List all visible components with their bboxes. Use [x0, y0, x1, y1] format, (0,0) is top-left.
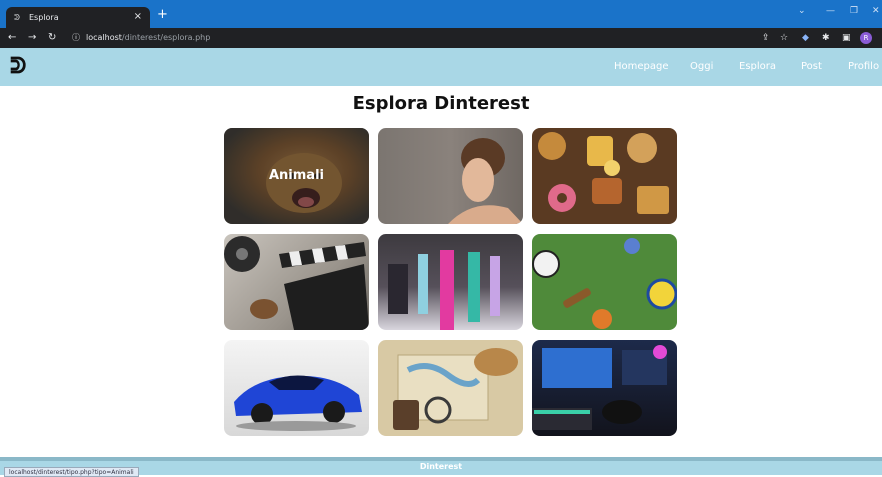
blue-sports-car-photo-icon — [234, 375, 362, 431]
category-label: Animali — [268, 168, 324, 183]
nav-esplora[interactable]: Esplora — [739, 61, 776, 73]
site-info-icon[interactable]: ⓘ — [72, 31, 80, 45]
extension-icon[interactable]: ◆ — [802, 31, 809, 45]
nav-homepage[interactable]: Homepage — [614, 61, 669, 73]
gaming-setup-photo-icon — [532, 345, 667, 430]
category-grid: Animali — [224, 128, 678, 436]
category-card-cinema[interactable] — [224, 234, 369, 330]
category-card-travel[interactable] — [378, 340, 523, 436]
share-icon[interactable]: ⇪ — [762, 31, 770, 45]
nav-profilo[interactable]: Profilo — [848, 61, 879, 73]
travel-map-photo-icon — [393, 348, 518, 430]
url-field[interactable]: localhost/dinterest/esplora.php — [86, 31, 210, 45]
fashion-runway-photo-icon — [388, 250, 500, 330]
nav-post[interactable]: Post — [801, 61, 822, 73]
url-path: /dinterest/esplora.php — [121, 33, 211, 42]
sports-equipment-photo-icon — [532, 238, 677, 329]
minimize-icon[interactable]: — — [826, 6, 835, 16]
status-bar-url: localhost/dinterest/tipo.php?tipo=Animal… — [4, 467, 139, 477]
tab-close-icon[interactable]: × — [134, 11, 142, 22]
address-bar: ← → ↻ ⓘ localhost/dinterest/esplora.php … — [0, 28, 882, 48]
site-header: ᕲ Homepage Oggi Esplora Post Profilo — [0, 48, 882, 86]
profile-avatar[interactable]: R — [860, 32, 872, 44]
reload-icon[interactable]: ↻ — [48, 31, 56, 45]
category-card-fashion-portrait[interactable] — [378, 128, 523, 224]
category-card-dog[interactable]: Animali — [224, 128, 369, 224]
close-window-icon[interactable]: ✕ — [872, 6, 880, 16]
category-card-car[interactable] — [224, 340, 369, 436]
side-panel-icon[interactable]: ▣ — [842, 31, 851, 45]
site-favicon-icon: ᕲ — [14, 13, 20, 22]
url-host: localhost — [86, 33, 122, 42]
forward-icon[interactable]: → — [28, 31, 36, 45]
browser-tab-strip: ᕲ Esplora × + ⌄ — ❐ ✕ — [0, 0, 882, 28]
restore-icon[interactable]: ❐ — [850, 6, 858, 16]
tab-search-icon[interactable]: ⌄ — [798, 6, 806, 16]
back-icon[interactable]: ← — [8, 31, 16, 45]
clapperboard-photo-icon — [224, 236, 369, 330]
page-title: Esplora Dinterest — [352, 93, 530, 114]
category-card-sports[interactable] — [532, 234, 677, 330]
category-card-gaming[interactable] — [532, 340, 677, 436]
new-tab-button[interactable]: + — [157, 8, 168, 21]
bookmark-star-icon[interactable]: ☆ — [780, 31, 788, 45]
browser-tab[interactable]: ᕲ Esplora × — [6, 7, 150, 28]
category-card-runway[interactable] — [378, 234, 523, 330]
category-card-food[interactable] — [532, 128, 677, 224]
woman-portrait-photo-icon — [448, 138, 523, 224]
dinterest-logo-icon[interactable]: ᕲ — [10, 52, 26, 80]
extensions-puzzle-icon[interactable]: ✱ — [822, 31, 830, 45]
nav-oggi[interactable]: Oggi — [690, 61, 713, 73]
tab-title: Esplora — [29, 13, 59, 22]
junk-food-photo-icon — [538, 132, 669, 214]
